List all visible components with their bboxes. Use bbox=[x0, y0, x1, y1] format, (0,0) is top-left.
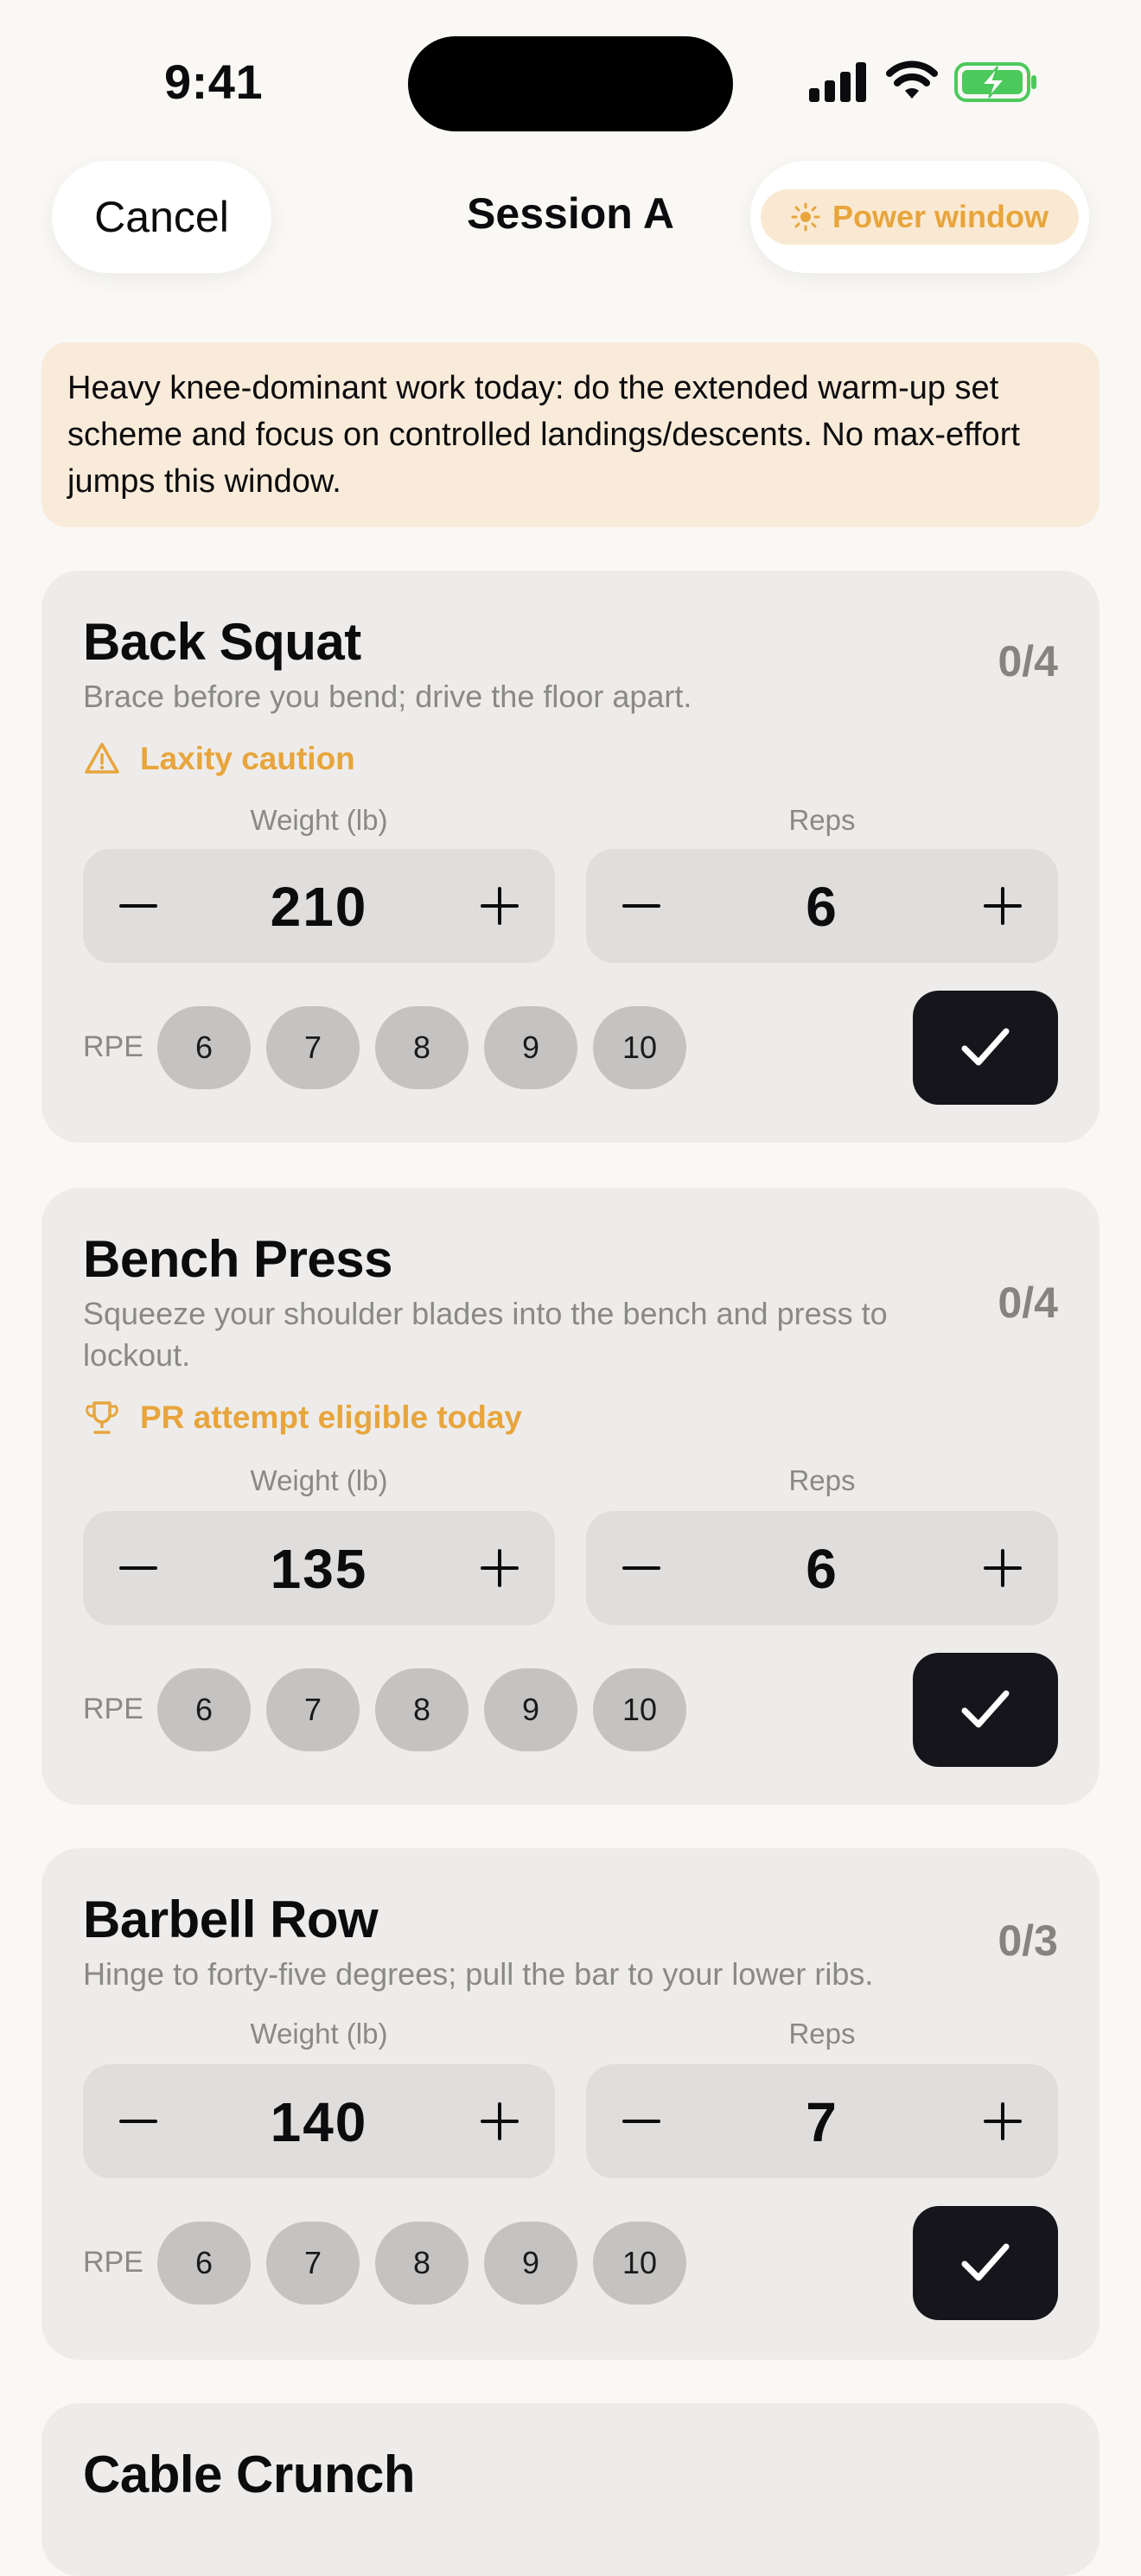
rpe-option[interactable]: 10 bbox=[593, 2222, 686, 2305]
rpe-label: RPE bbox=[83, 2246, 143, 2279]
rpe-option[interactable]: 10 bbox=[593, 1668, 686, 1751]
complete-set-button[interactable] bbox=[913, 2206, 1058, 2320]
reps-stepper: 6 bbox=[586, 1511, 1058, 1625]
power-window-badge: Power window bbox=[761, 189, 1079, 245]
plus-icon[interactable] bbox=[977, 880, 1029, 932]
checkmark-icon bbox=[961, 2243, 1010, 2281]
wifi-icon bbox=[886, 61, 938, 99]
rpe-option[interactable]: 7 bbox=[266, 1006, 360, 1089]
exercise-name: Cable Crunch bbox=[83, 2445, 416, 2503]
weight-label: Weight (lb) bbox=[250, 1464, 388, 1496]
set-progress: 0/4 bbox=[998, 637, 1058, 685]
page-title: Session A bbox=[467, 189, 674, 238]
session-note-banner: Heavy knee-dominant work today: do the e… bbox=[41, 342, 1100, 527]
rpe-option[interactable]: 6 bbox=[157, 2222, 251, 2305]
flag-text: PR attempt eligible today bbox=[140, 1400, 523, 1435]
reps-label: Reps bbox=[788, 804, 856, 836]
status-time: 9:41 bbox=[164, 54, 264, 109]
rpe-option[interactable]: 6 bbox=[157, 1668, 251, 1751]
sun-icon bbox=[791, 202, 820, 232]
checkmark-icon bbox=[961, 1028, 1010, 1066]
exercise-name: Back Squat bbox=[83, 613, 361, 671]
exercise-card: Barbell Row Hinge to forty-five degrees;… bbox=[41, 1848, 1100, 2360]
reps-stepper: 7 bbox=[586, 2064, 1058, 2178]
rpe-label: RPE bbox=[83, 1693, 143, 1725]
exercise-cue: Hinge to forty-five degrees; pull the ba… bbox=[83, 1956, 874, 1992]
weight-stepper: 140 bbox=[83, 2064, 555, 2178]
plus-icon[interactable] bbox=[977, 2095, 1029, 2147]
trophy-icon bbox=[86, 1401, 118, 1434]
exercise-card: Cable Crunch bbox=[41, 2403, 1100, 2576]
plus-icon[interactable] bbox=[474, 880, 526, 932]
cellular-signal-icon bbox=[809, 62, 866, 102]
set-progress: 0/3 bbox=[998, 1916, 1058, 1965]
set-progress: 0/4 bbox=[998, 1278, 1058, 1327]
weight-stepper: 135 bbox=[83, 1511, 555, 1625]
status-bar: 9:41 bbox=[0, 0, 1141, 164]
rpe-option[interactable]: 9 bbox=[484, 2222, 577, 2305]
exercise-name: Barbell Row bbox=[83, 1891, 379, 1948]
laxity-caution-flag: Laxity caution bbox=[83, 740, 355, 778]
exercise-cue: Brace before you bend; drive the floor a… bbox=[83, 679, 692, 714]
flag-text: Laxity caution bbox=[140, 741, 355, 776]
plus-icon[interactable] bbox=[474, 1542, 526, 1594]
power-window-label: Power window bbox=[832, 199, 1049, 234]
rpe-option[interactable]: 9 bbox=[484, 1668, 577, 1751]
rpe-option[interactable]: 8 bbox=[375, 2222, 469, 2305]
rpe-option[interactable]: 7 bbox=[266, 1668, 360, 1751]
exercise-name: Bench Press bbox=[83, 1230, 393, 1288]
rpe-option[interactable]: 10 bbox=[593, 1006, 686, 1089]
complete-set-button[interactable] bbox=[913, 991, 1058, 1105]
cancel-button[interactable]: Cancel bbox=[52, 161, 271, 273]
checkmark-icon bbox=[961, 1690, 1010, 1728]
pr-eligible-flag: PR attempt eligible today bbox=[83, 1399, 522, 1437]
exercise-card: Back Squat Brace before you bend; drive … bbox=[41, 571, 1100, 1143]
exercise-card: Bench Press Squeeze your shoulder blades… bbox=[41, 1188, 1100, 1805]
rpe-option[interactable]: 9 bbox=[484, 1006, 577, 1089]
reps-label: Reps bbox=[788, 1464, 856, 1496]
exercise-cue: Squeeze your shoulder blades into the be… bbox=[83, 1296, 888, 1373]
plus-icon[interactable] bbox=[977, 1542, 1029, 1594]
reps-label: Reps bbox=[788, 2018, 856, 2050]
weight-stepper: 210 bbox=[83, 849, 555, 963]
reps-stepper: 6 bbox=[586, 849, 1058, 963]
warning-triangle-icon bbox=[85, 743, 119, 774]
rpe-option[interactable]: 7 bbox=[266, 2222, 360, 2305]
dynamic-island bbox=[408, 36, 733, 131]
plus-icon[interactable] bbox=[474, 2095, 526, 2147]
battery-charging-icon bbox=[954, 62, 1036, 102]
complete-set-button[interactable] bbox=[913, 1653, 1058, 1767]
rpe-option[interactable]: 8 bbox=[375, 1006, 469, 1089]
rpe-option[interactable]: 6 bbox=[157, 1006, 251, 1089]
weight-label: Weight (lb) bbox=[250, 2018, 388, 2050]
rpe-option[interactable]: 8 bbox=[375, 1668, 469, 1751]
rpe-label: RPE bbox=[83, 1030, 143, 1063]
weight-label: Weight (lb) bbox=[250, 804, 388, 836]
power-window-button[interactable]: Power window bbox=[750, 161, 1089, 273]
